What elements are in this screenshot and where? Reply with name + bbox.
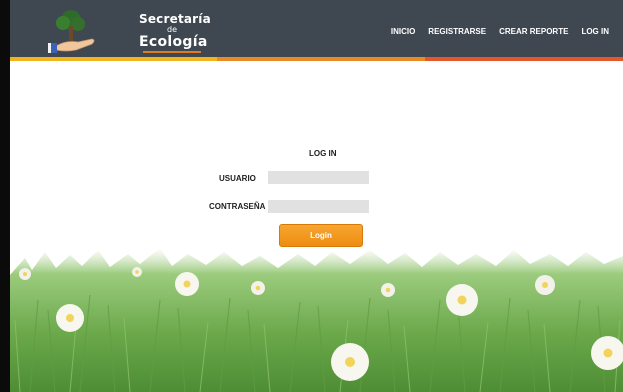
username-input[interactable]	[268, 171, 369, 184]
login-title: LOG IN	[309, 149, 337, 158]
password-input[interactable]	[268, 200, 369, 213]
login-form: LOG IN USUARIO CONTRASEÑA Login	[0, 0, 623, 392]
username-label: USUARIO	[219, 174, 256, 183]
password-label: CONTRASEÑA	[209, 202, 266, 211]
login-button[interactable]: Login	[279, 224, 363, 247]
